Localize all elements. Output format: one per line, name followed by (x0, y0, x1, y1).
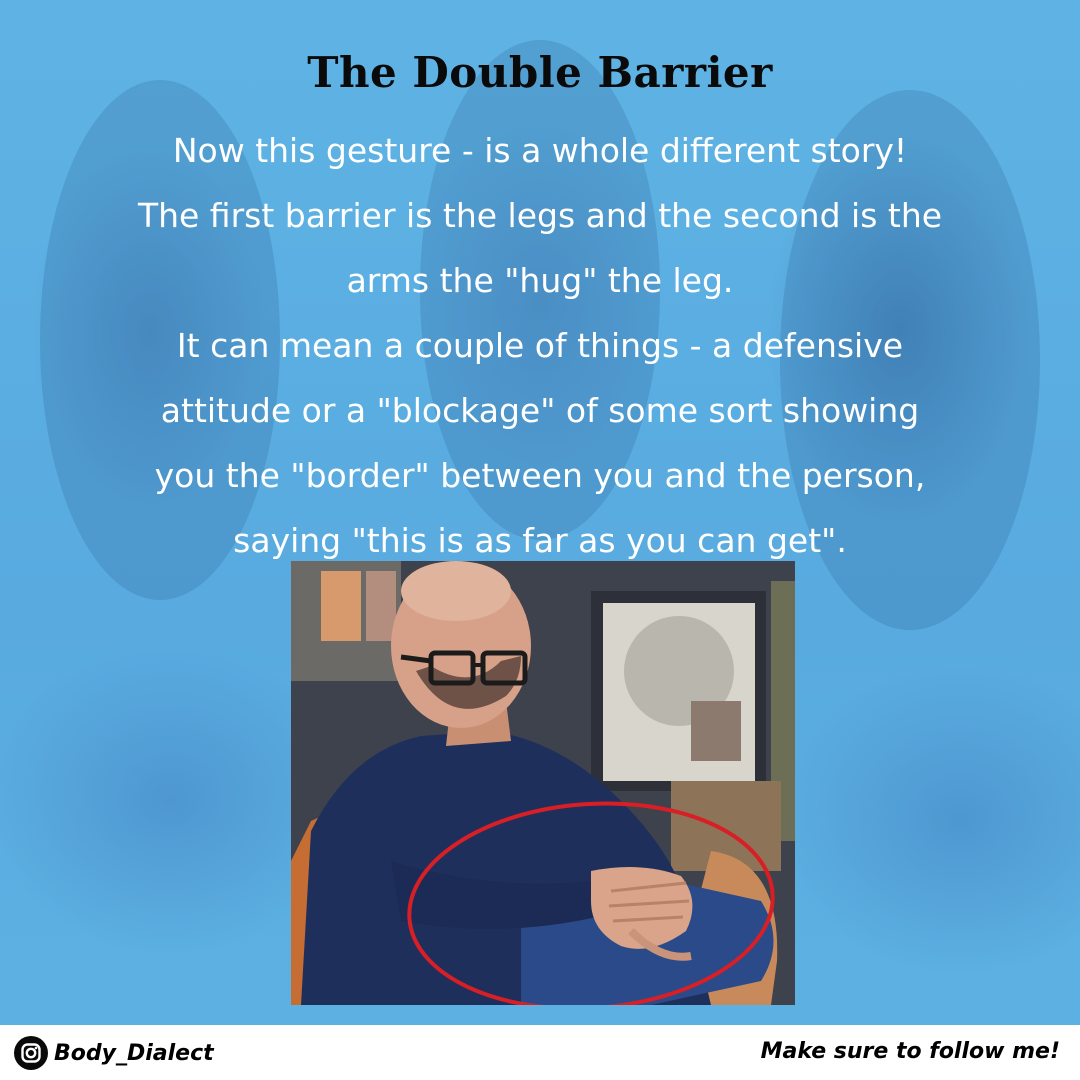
instagram-handle[interactable]: Body_Dialect (14, 1036, 214, 1070)
body-line: The first barrier is the legs and the se… (137, 196, 943, 235)
body-line: you the "border" between you and the per… (154, 456, 926, 495)
follow-cta: Make sure to follow me! (760, 1039, 1060, 1064)
post-body: Now this gesture - is a whole different … (40, 118, 1040, 573)
handle-label: Body_Dialect (54, 1040, 214, 1066)
body-line: attitude or a "blockage" of some sort sh… (160, 391, 920, 430)
instagram-icon (14, 1036, 48, 1070)
body-line: Now this gesture - is a whole different … (172, 131, 908, 170)
post-title: The Double Barrier (307, 48, 773, 97)
photo-illustration (291, 561, 795, 1005)
body-line: It can mean a couple of things - a defen… (176, 326, 904, 365)
footer-bar: Body_Dialect Make sure to follow me! (0, 1025, 1080, 1080)
body-line: arms the "hug" the leg. (346, 261, 734, 300)
man-crossed-legs-photo (291, 561, 795, 1005)
